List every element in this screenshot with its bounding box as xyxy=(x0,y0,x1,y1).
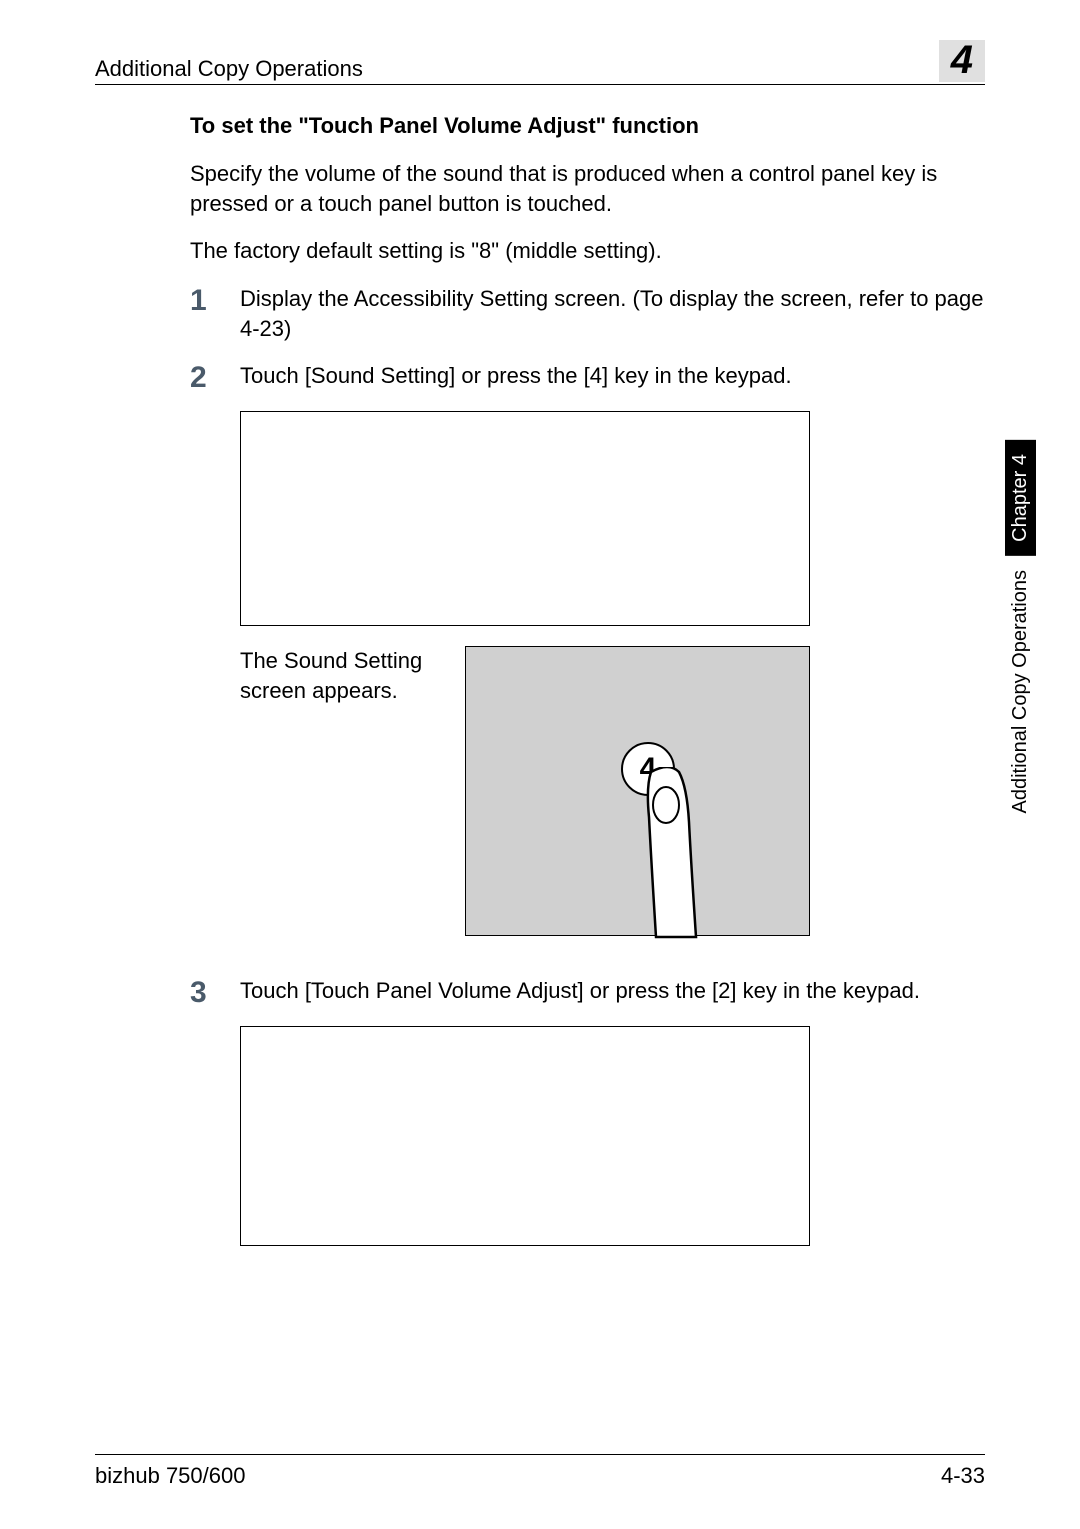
step-number: 3 xyxy=(190,976,240,1008)
step-text: Touch [Touch Panel Volume Adjust] or pre… xyxy=(240,976,985,1008)
screenshot-placeholder-1 xyxy=(240,411,810,626)
sound-setting-row: The Sound Setting screen appears. 4 xyxy=(240,646,985,936)
step-3: 3 Touch [Touch Panel Volume Adjust] or p… xyxy=(190,976,985,1008)
chapter-number-box: 4 xyxy=(939,40,985,82)
step-text: Display the Accessibility Setting screen… xyxy=(240,284,985,343)
step-text: Touch [Sound Setting] or press the [4] k… xyxy=(240,361,985,393)
screenshot-placeholder-2 xyxy=(240,1026,810,1246)
step-2: 2 Touch [Sound Setting] or press the [4]… xyxy=(190,361,985,393)
footer-model: bizhub 750/600 xyxy=(95,1463,245,1489)
finger-icon xyxy=(641,767,721,942)
page-footer: bizhub 750/600 4-33 xyxy=(95,1454,985,1489)
side-tab-section: Additional Copy Operations xyxy=(1009,556,1032,827)
intro-paragraph-1: Specify the volume of the sound that is … xyxy=(190,159,985,218)
page-header: Additional Copy Operations 4 xyxy=(95,40,985,85)
header-title: Additional Copy Operations xyxy=(95,56,363,82)
step-number: 2 xyxy=(190,361,240,393)
side-tab: Chapter 4 Additional Copy Operations xyxy=(1003,440,1038,827)
step-1: 1 Display the Accessibility Setting scre… xyxy=(190,284,985,343)
footer-page-number: 4-33 xyxy=(941,1463,985,1489)
intro-paragraph-2: The factory default setting is "8" (midd… xyxy=(190,236,985,266)
step-number: 1 xyxy=(190,284,240,343)
touch-keypad-figure: 4 xyxy=(465,646,810,936)
sound-setting-text: The Sound Setting screen appears. xyxy=(240,646,435,936)
side-tab-chapter: Chapter 4 xyxy=(1005,440,1036,556)
section-heading: To set the "Touch Panel Volume Adjust" f… xyxy=(190,113,985,139)
